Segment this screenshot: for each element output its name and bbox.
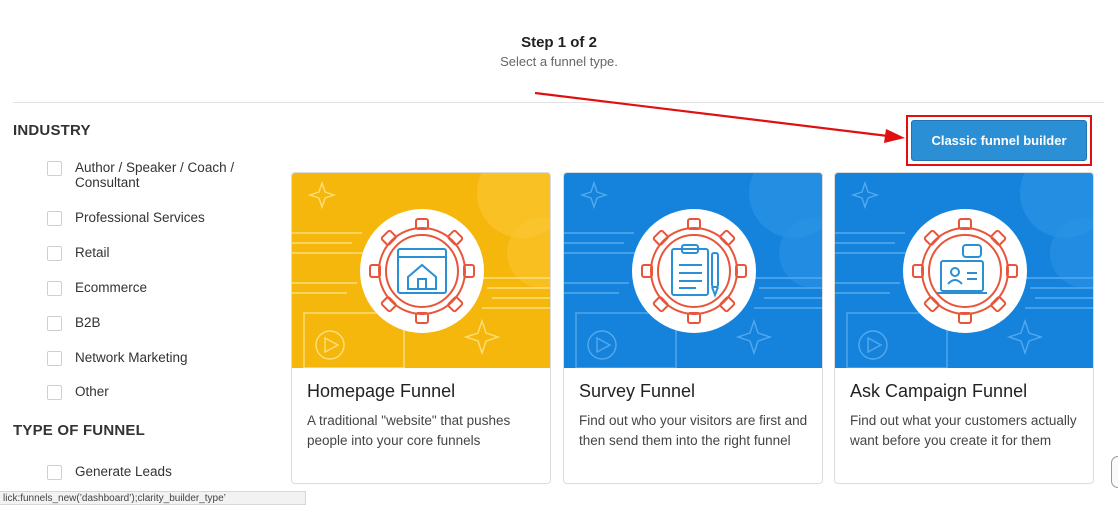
checkbox[interactable] xyxy=(47,316,62,331)
filter-industry-other[interactable]: Other xyxy=(47,384,257,400)
classic-funnel-builder-button[interactable]: Classic funnel builder xyxy=(911,120,1087,161)
filter-industry-b2b[interactable]: B2B xyxy=(47,315,257,331)
card-title: Homepage Funnel xyxy=(307,381,456,401)
page-header: Step 1 of 2 Select a funnel type. xyxy=(0,0,1118,102)
classic-button-highlight: Classic funnel builder xyxy=(906,115,1092,166)
header-divider xyxy=(13,102,1104,103)
scroll-handle[interactable] xyxy=(1111,456,1118,488)
filter-industry-ecommerce[interactable]: Ecommerce xyxy=(47,280,257,296)
step-indicator: Step 1 of 2 xyxy=(521,34,597,51)
filter-label: Network Marketing xyxy=(75,350,188,365)
step-subtitle: Select a funnel type. xyxy=(500,54,618,69)
checkbox[interactable] xyxy=(47,465,62,480)
filter-industry-professional-services[interactable]: Professional Services xyxy=(47,210,257,226)
card-description: Find out what your customers actually wa… xyxy=(850,413,1077,448)
card-title: Ask Campaign Funnel xyxy=(850,381,1028,401)
filter-industry-network-marketing[interactable]: Network Marketing xyxy=(47,350,257,366)
filter-label: B2B xyxy=(75,315,101,330)
checkbox[interactable] xyxy=(47,211,62,226)
checkbox[interactable] xyxy=(47,161,62,176)
checkbox[interactable] xyxy=(47,246,62,261)
checkbox[interactable] xyxy=(47,351,62,366)
funnel-type-heading: TYPE OF FUNNEL xyxy=(13,422,145,439)
card-illustration xyxy=(835,173,1093,368)
card-illustration xyxy=(564,173,822,368)
filter-label: Generate Leads xyxy=(75,464,172,479)
industry-heading: INDUSTRY xyxy=(13,122,91,139)
funnel-card-ask-campaign[interactable]: Ask Campaign Funnel Find out what your c… xyxy=(834,172,1094,484)
filter-label: Author / Speaker / Coach / Consultant xyxy=(75,160,235,190)
card-description: Find out who your visitors are first and… xyxy=(579,413,808,448)
filter-label: Other xyxy=(75,384,109,399)
checkbox[interactable] xyxy=(47,385,62,400)
filter-label: Ecommerce xyxy=(75,280,148,295)
card-description: A traditional "website" that pushes peop… xyxy=(307,413,511,448)
filter-industry-retail[interactable]: Retail xyxy=(47,245,257,261)
status-bar-url: lick:funnels_new(’dashboard’);clarity_bu… xyxy=(0,491,306,505)
filter-funnel-generate-leads[interactable]: Generate Leads xyxy=(47,464,257,480)
filter-label: Retail xyxy=(75,245,110,260)
filter-label: Professional Services xyxy=(75,210,205,225)
card-illustration xyxy=(292,173,550,368)
funnel-card-survey[interactable]: Survey Funnel Find out who your visitors… xyxy=(563,172,823,484)
funnel-card-homepage[interactable]: Homepage Funnel A traditional "website" … xyxy=(291,172,551,484)
filter-industry-author[interactable]: Author / Speaker / Coach / Consultant xyxy=(47,160,257,190)
card-title: Survey Funnel xyxy=(579,381,696,401)
checkbox[interactable] xyxy=(47,281,62,296)
